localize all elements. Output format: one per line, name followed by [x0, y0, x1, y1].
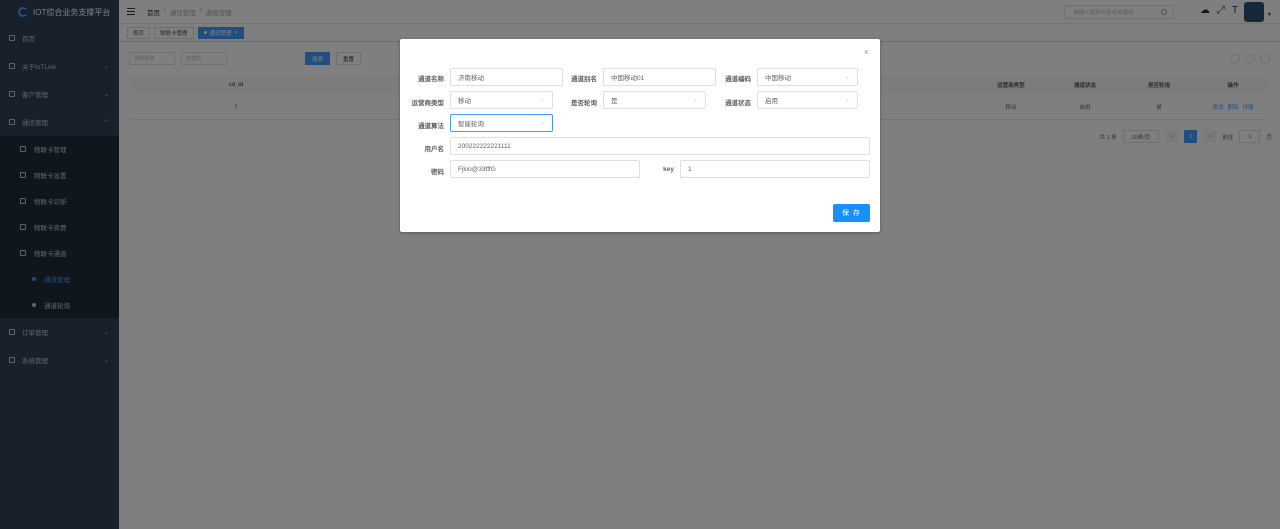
channel-status-select[interactable]: 启用 ⌄ [757, 91, 858, 109]
chevron-down-icon: ⌄ [539, 97, 545, 103]
chevron-down-icon: ⌄ [844, 97, 850, 103]
status-label: 通道状态 [725, 100, 751, 107]
save-button[interactable]: 保 存 [833, 204, 870, 222]
channel-algorithm-select[interactable]: 智能轮询 ⌄ [450, 114, 553, 132]
polling-label: 是否轮询 [571, 100, 597, 107]
chevron-down-icon: ⌄ [844, 74, 850, 80]
chevron-down-icon: ⌄ [539, 120, 545, 126]
polling-select[interactable]: 是 ⌄ [603, 91, 706, 109]
password-label: 密码 [431, 169, 444, 176]
password-input[interactable]: Fjkio@33fffG [450, 160, 640, 178]
code-label: 通道编码 [725, 76, 751, 83]
alias-label: 通道别名 [571, 76, 597, 83]
close-icon[interactable]: × [864, 47, 869, 57]
username-input[interactable]: 200222222221111 [450, 137, 870, 155]
channel-code-select[interactable]: 中国移动 ⌄ [757, 68, 858, 86]
channel-name-input[interactable]: 济南移动 [450, 68, 563, 86]
username-label: 用户名 [424, 146, 445, 153]
algo-label: 通道算法 [418, 123, 444, 130]
key-label: key [663, 166, 674, 173]
optype-label: 运营商类型 [411, 100, 445, 107]
operator-type-select[interactable]: 移动 ⌄ [450, 91, 553, 109]
channel-edit-dialog: × 通道名称 济南移动 通道别名 中国移动01 通道编码 中国移动 ⌄ 运营商类型… [400, 39, 880, 232]
chevron-down-icon: ⌄ [692, 97, 698, 103]
key-input[interactable]: 1 [680, 160, 870, 178]
name-label: 通道名称 [418, 76, 444, 83]
channel-alias-input[interactable]: 中国移动01 [603, 68, 716, 86]
